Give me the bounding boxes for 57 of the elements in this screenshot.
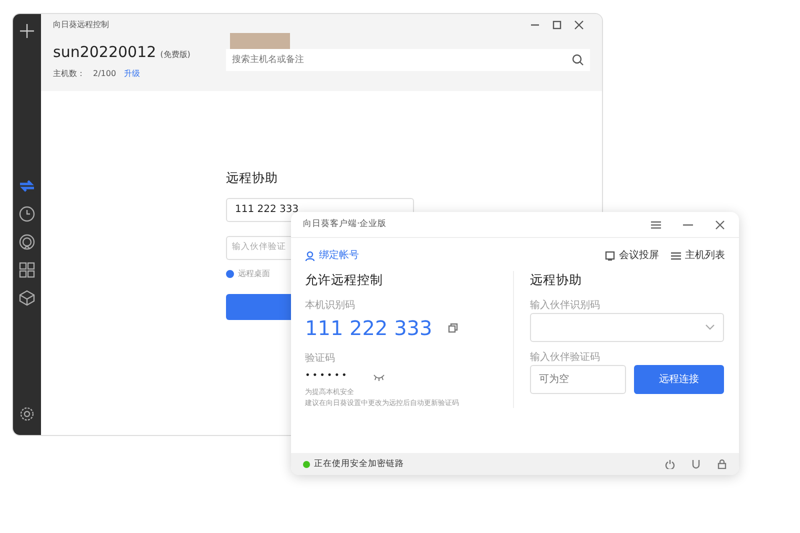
radio-label: 远程桌面 <box>238 268 270 280</box>
closed-eye-icon <box>372 372 385 380</box>
magnet-button[interactable] <box>691 459 701 469</box>
edition-label: (免费版) <box>160 49 190 61</box>
host-count: 2/100 <box>93 68 116 80</box>
plus-icon <box>20 24 34 38</box>
magnet-icon <box>691 459 701 469</box>
close-icon <box>574 20 584 30</box>
sidebar-item[interactable] <box>17 204 37 224</box>
add-button[interactable] <box>18 22 36 40</box>
cube-icon <box>19 290 35 306</box>
copy-button[interactable] <box>448 322 458 333</box>
power-button[interactable] <box>665 459 675 469</box>
section-heading: 允许远程控制 <box>305 271 384 289</box>
chevron-icon <box>705 324 715 330</box>
section-heading: 远程协助 <box>530 271 583 289</box>
lock-icon <box>717 459 727 469</box>
field-label: 验证码 <box>305 352 336 366</box>
lock-button[interactable] <box>717 459 727 469</box>
power-icon <box>665 459 675 469</box>
settings-icon <box>20 407 34 421</box>
device-id: 111 222 333 <box>305 314 432 342</box>
clock-icon <box>19 206 35 222</box>
search-field[interactable]: 搜索主机名或备注 <box>226 49 590 71</box>
ring-icon <box>19 234 35 250</box>
person-icon <box>305 250 315 260</box>
field-label: 本机识别码 <box>305 298 356 313</box>
close-icon <box>715 220 725 230</box>
connect-button[interactable]: 远程连接 <box>634 364 724 394</box>
show-code-button[interactable] <box>372 372 385 380</box>
radio-button[interactable] <box>226 270 234 278</box>
host-count-label: 主机数： <box>53 68 85 80</box>
sidebar-item[interactable] <box>17 232 37 252</box>
sidebar-item[interactable] <box>17 260 37 280</box>
maximize-icon <box>552 20 562 30</box>
verification-code: •••••• <box>305 370 349 383</box>
account-name: sun20220012 <box>53 42 156 63</box>
section-heading: 远程协助 <box>226 169 279 187</box>
toolbar-button[interactable]: 会议投屏 <box>605 250 659 260</box>
swap-arrows-icon <box>19 178 35 194</box>
menu-icon <box>651 220 661 230</box>
settings-button[interactable] <box>18 405 36 423</box>
list-icon <box>671 250 681 260</box>
copy-icon <box>448 322 458 333</box>
code-field[interactable]: 可为空 <box>530 364 626 394</box>
upgrade-link[interactable]: 升级 <box>124 68 140 80</box>
sidebar-item[interactable] <box>17 288 37 308</box>
field-label: 输入伙伴验证码 <box>530 350 601 365</box>
screen-icon <box>605 250 615 260</box>
status-text: 正在使用安全加密链路 <box>314 458 404 470</box>
window-title: 向日葵远程控制 <box>53 19 109 31</box>
field-label: 输入伙伴识别码 <box>530 298 601 313</box>
bind-account-link[interactable]: 绑定帐号 <box>305 248 359 263</box>
grid-icon <box>19 262 35 278</box>
redacted-patch <box>230 33 290 49</box>
toolbar-button[interactable]: 主机列表 <box>671 250 725 260</box>
search-icon <box>572 54 584 66</box>
